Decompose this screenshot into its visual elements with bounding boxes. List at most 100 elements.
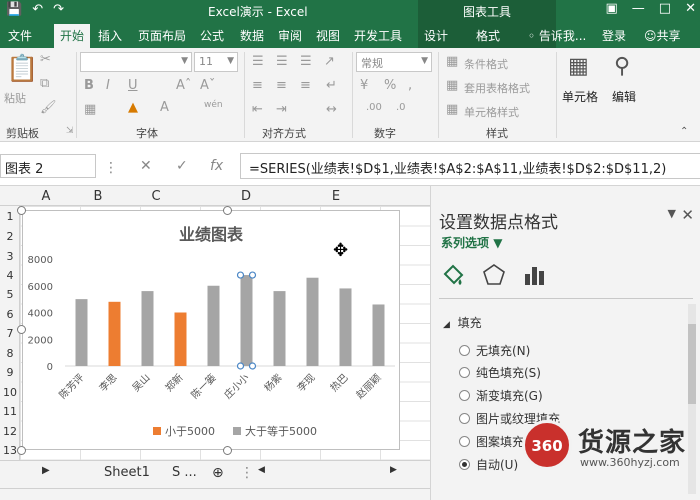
font-name-box[interactable]: ▼ [80, 52, 192, 72]
radio-circle[interactable] [459, 367, 470, 378]
sheet-nav-right-icon[interactable]: ▶ [42, 465, 50, 476]
align-middle-icon[interactable]: ☰ [276, 54, 288, 69]
tab-view[interactable]: 视图 [316, 27, 340, 44]
radio-no-fill[interactable]: 无填充(N) [459, 342, 530, 359]
scroll-left-icon[interactable]: ◀ [258, 465, 265, 475]
increase-indent-icon[interactable]: ⇥ [276, 102, 287, 117]
radio-circle[interactable] [459, 390, 470, 401]
wrap-text-icon[interactable]: ↵ [326, 78, 337, 93]
tab-data[interactable]: 数据 [240, 27, 264, 44]
phonetic-icon[interactable]: wén [204, 100, 223, 110]
resize-handle[interactable] [17, 446, 26, 455]
sheet-tab-2[interactable]: S ... [172, 465, 197, 480]
restore-icon[interactable]: □ [659, 1, 671, 16]
borders-icon[interactable]: ▦ [84, 102, 96, 117]
search-icon[interactable]: ⚲ [614, 54, 630, 79]
resize-handle[interactable] [223, 206, 232, 215]
row-header[interactable]: 4 [0, 269, 20, 282]
save-icon[interactable]: 💾 [6, 2, 22, 17]
column-header-d[interactable]: D [236, 189, 256, 204]
radio-automatic[interactable]: 自动(U) [459, 456, 518, 473]
insert-function-button[interactable]: fx [210, 158, 223, 174]
close-icon[interactable]: ✕ [681, 206, 694, 224]
minimize-icon[interactable]: — [632, 1, 645, 16]
font-color-icon[interactable]: A [160, 100, 169, 115]
formula-input[interactable]: =SERIES(业绩表!$D$1,业绩表!$A$2:$A$11,业绩表!$D$2… [240, 153, 700, 179]
share-button[interactable]: ☺共享 [644, 27, 681, 44]
column-header-c[interactable]: C [146, 189, 166, 204]
fill-line-icon[interactable] [441, 262, 467, 288]
sheet-tab-1[interactable]: Sheet1 [104, 465, 150, 480]
decrease-decimal-icon[interactable]: .0 [396, 102, 406, 113]
orientation-icon[interactable]: ↗ [324, 54, 335, 69]
row-header[interactable]: 6 [0, 308, 20, 321]
cells-icon[interactable]: ▦ [568, 54, 589, 79]
number-format-box[interactable]: 常规 ▼ [356, 52, 432, 72]
cells-button[interactable]: 单元格 [562, 88, 598, 105]
row-header[interactable]: 5 [0, 288, 20, 301]
merge-icon[interactable]: ↔ [326, 102, 337, 117]
resize-handle[interactable] [223, 446, 232, 455]
column-header-e[interactable]: E [326, 189, 346, 204]
collapse-ribbon-icon[interactable]: ⌃ [680, 126, 688, 137]
radio-circle[interactable] [459, 345, 470, 356]
name-box[interactable]: 图表 2 [0, 154, 96, 178]
enter-icon[interactable]: ✓ [176, 158, 188, 174]
tab-home[interactable]: 开始 [54, 24, 91, 48]
resize-handle[interactable] [17, 325, 26, 334]
row-header[interactable]: 12 [0, 425, 20, 438]
row-header[interactable]: 11 [0, 405, 20, 418]
cancel-icon[interactable]: ✕ [140, 158, 152, 174]
radio-circle[interactable] [459, 436, 470, 447]
align-right-icon[interactable]: ≡ [300, 78, 311, 93]
redo-icon[interactable]: ↷ [53, 2, 64, 17]
radio-circle[interactable] [459, 413, 470, 424]
italic-icon[interactable]: I [106, 78, 110, 93]
series-options-dropdown[interactable]: 系列选项 ▼ [441, 234, 502, 251]
effects-pentagon-icon[interactable] [481, 262, 507, 288]
table-format-button[interactable]: 套用表格格式 [464, 80, 530, 96]
percent-icon[interactable]: % [384, 78, 396, 93]
font-size-box[interactable]: 11 ▼ [194, 52, 238, 72]
row-header[interactable]: 3 [0, 250, 20, 263]
tab-page-layout[interactable]: 页面布局 [138, 27, 186, 44]
column-header-a[interactable]: A [36, 189, 56, 204]
undo-icon[interactable]: ↶ [32, 2, 43, 17]
close-icon[interactable]: ✕ [685, 1, 696, 16]
tab-format[interactable]: 格式 [476, 27, 500, 44]
column-header-b[interactable]: B [88, 189, 108, 204]
clipboard-launcher-icon[interactable]: ⇲ [66, 126, 74, 136]
ribbon-options-icon[interactable]: ▣ [606, 1, 618, 16]
format-painter-icon[interactable]: 🖌 [40, 100, 57, 115]
editing-button[interactable]: 编辑 [612, 88, 636, 105]
align-top-icon[interactable]: ☰ [252, 54, 264, 69]
series-options-bars-icon[interactable] [521, 262, 547, 288]
currency-icon[interactable]: ¥ [360, 78, 368, 93]
paste-icon[interactable]: 📋 [6, 54, 38, 84]
conditional-format-button[interactable]: 条件格式 [464, 56, 508, 72]
tab-developer[interactable]: 开发工具 [354, 27, 402, 44]
chevron-down-icon[interactable]: ▼ [668, 207, 676, 220]
bold-icon[interactable]: B [84, 78, 94, 93]
fill-section-header[interactable]: ◢ 填充 [443, 314, 482, 331]
sheet-options-icon[interactable]: ⋮ [240, 465, 254, 481]
shrink-font-icon[interactable]: Aˇ [200, 78, 215, 93]
row-header[interactable]: 8 [0, 347, 20, 360]
tab-file[interactable]: 文件 [8, 27, 32, 44]
resize-handle[interactable] [17, 206, 26, 215]
grow-font-icon[interactable]: Aˆ [176, 78, 191, 93]
tab-review[interactable]: 审阅 [278, 27, 302, 44]
comma-icon[interactable]: , [408, 78, 412, 93]
cell-style-button[interactable]: 单元格样式 [464, 104, 519, 120]
row-header[interactable]: 9 [0, 366, 20, 379]
paste-label[interactable]: 粘贴 [4, 90, 26, 106]
signin-button[interactable]: 登录 [602, 27, 626, 44]
tab-formulas[interactable]: 公式 [200, 27, 224, 44]
cut-icon[interactable]: ✂ [40, 52, 51, 67]
fill-color-icon[interactable]: ▲ [128, 100, 138, 115]
decrease-indent-icon[interactable]: ⇤ [252, 102, 263, 117]
tab-design[interactable]: 设计 [424, 27, 448, 44]
align-left-icon[interactable]: ≡ [252, 78, 263, 93]
copy-icon[interactable]: ⧉ [40, 76, 49, 91]
underline-icon[interactable]: U [128, 78, 138, 93]
